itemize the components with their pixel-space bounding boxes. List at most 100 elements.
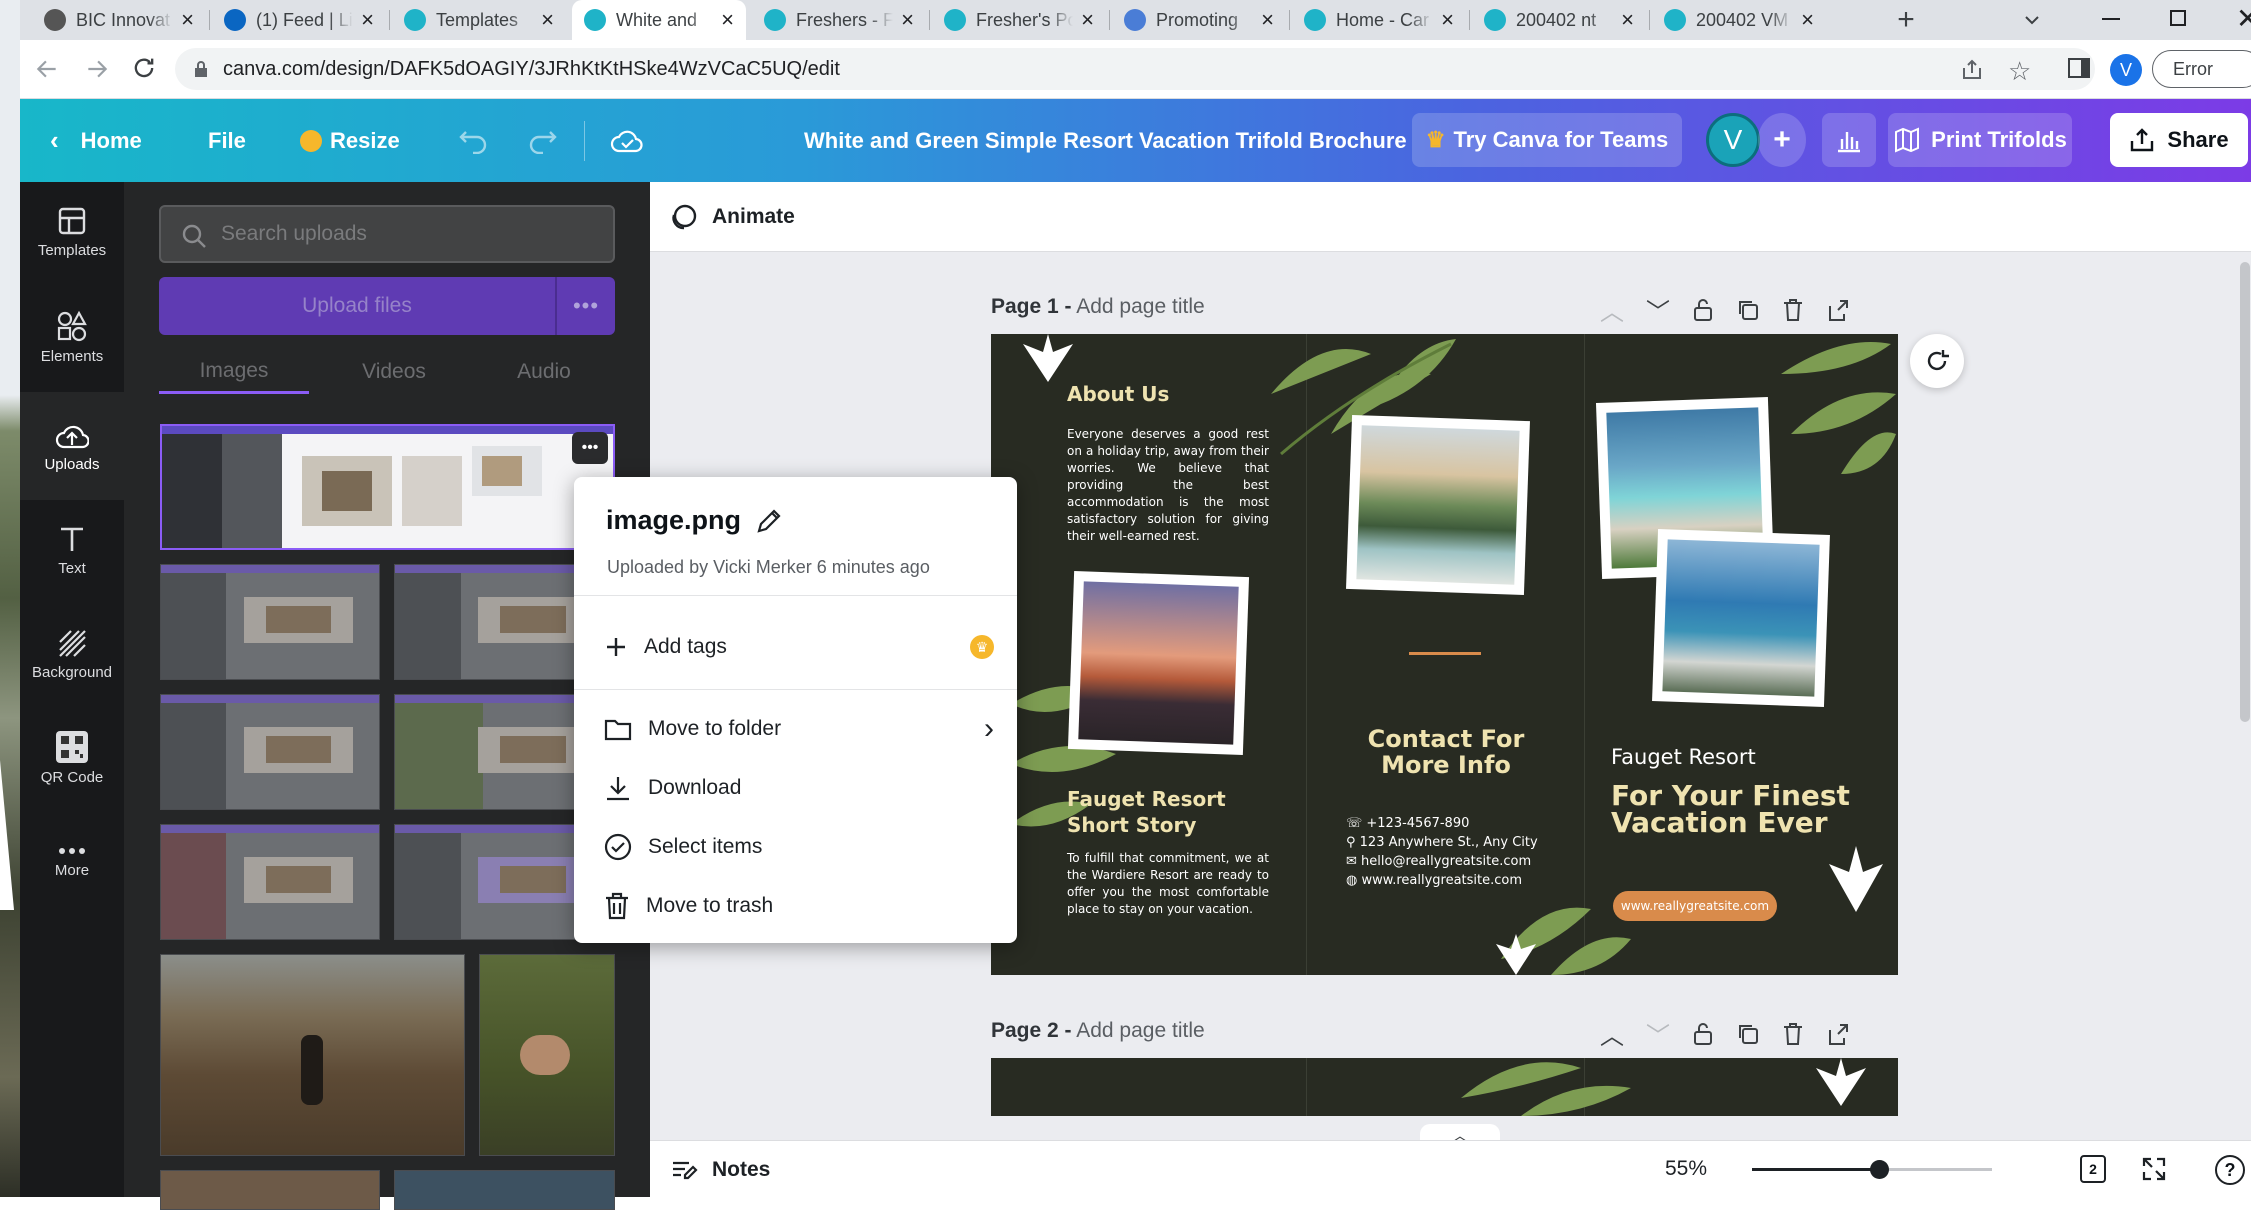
insights-button[interactable] xyxy=(1822,113,1876,167)
close-tab-icon[interactable]: × xyxy=(541,7,554,33)
add-member-button[interactable]: + xyxy=(1758,113,1806,167)
delete-page-icon[interactable] xyxy=(1782,1022,1804,1046)
duplicate-page-icon[interactable] xyxy=(1736,1022,1760,1046)
rail-qr-code[interactable]: QR Code xyxy=(20,708,124,808)
cloud-saved-icon[interactable] xyxy=(610,99,644,182)
user-avatar[interactable]: V xyxy=(1706,113,1760,167)
reload-icon[interactable] xyxy=(130,54,158,82)
animate-button[interactable]: Animate xyxy=(670,196,795,238)
tab-videos[interactable]: Videos xyxy=(319,350,469,394)
resize-button[interactable]: Resize xyxy=(300,99,400,182)
move-page-down-icon[interactable]: ﹀ xyxy=(1646,1016,1670,1051)
rail-uploads[interactable]: Uploads xyxy=(20,392,124,500)
add-page-icon[interactable] xyxy=(1826,1022,1850,1046)
close-tab-icon[interactable]: × xyxy=(361,7,374,33)
try-teams-button[interactable]: ♛ Try Canva for Teams xyxy=(1412,113,1682,167)
page-2-canvas[interactable] xyxy=(991,1058,1898,1116)
upload-more-options-icon[interactable]: ••• xyxy=(555,277,615,335)
page-1-title-input[interactable]: Add page title xyxy=(1076,295,1204,318)
browser-tab[interactable]: 200402 VM × xyxy=(1652,0,1826,40)
magic-refresh-button[interactable] xyxy=(1910,334,1964,388)
print-trifolds-button[interactable]: Print Trifolds xyxy=(1888,113,2072,167)
soil-photo[interactable] xyxy=(479,954,615,1156)
close-tab-icon[interactable]: × xyxy=(1081,7,1094,33)
browser-tab[interactable]: Fresher's Po × xyxy=(932,0,1106,40)
close-window-icon[interactable]: ✕ xyxy=(2236,2,2251,35)
home-button[interactable]: ‹ Home xyxy=(50,99,142,182)
redo-button[interactable] xyxy=(526,99,558,182)
browser-tab[interactable]: Promoting × xyxy=(1112,0,1286,40)
page-1-canvas[interactable]: About Us Everyone deserves a good rest o… xyxy=(991,334,1898,975)
browser-error-button[interactable]: Error xyxy=(2152,50,2251,88)
move-to-folder-item[interactable]: Move to folder › xyxy=(604,707,994,751)
browser-tab[interactable]: (1) Feed | Li × xyxy=(212,0,386,40)
undo-button[interactable] xyxy=(458,99,490,182)
thumbnail-more-button[interactable]: ••• xyxy=(572,432,608,464)
share-button[interactable]: Share xyxy=(2110,113,2248,167)
tab-images[interactable]: Images xyxy=(159,350,309,394)
add-page-icon[interactable] xyxy=(1826,298,1850,322)
close-tab-icon[interactable]: × xyxy=(1441,7,1454,33)
select-items-item[interactable]: Select items xyxy=(604,825,762,869)
zoom-percent[interactable]: 55% xyxy=(1665,1157,1707,1181)
close-tab-icon[interactable]: × xyxy=(901,7,914,33)
document-title[interactable]: White and Green Simple Resort Vacation T… xyxy=(804,99,1407,182)
tab-audio[interactable]: Audio xyxy=(469,350,619,394)
browser-tab[interactable]: Home - Car × xyxy=(1292,0,1466,40)
rename-pencil-icon[interactable] xyxy=(755,507,783,535)
search-uploads-input[interactable]: Search uploads xyxy=(159,205,615,263)
profile-avatar[interactable]: V xyxy=(2110,54,2142,86)
browser-tab[interactable]: Templates × xyxy=(392,0,566,40)
back-icon[interactable] xyxy=(34,56,60,82)
page-count-button[interactable]: 2 xyxy=(2080,1155,2106,1183)
lock-page-icon[interactable] xyxy=(1692,1022,1714,1046)
vineyard-photo[interactable] xyxy=(160,954,465,1156)
url-input[interactable]: canva.com/design/DAFK5dOAGIY/3JRhKtKtHSk… xyxy=(175,48,2095,90)
lock-page-icon[interactable] xyxy=(1692,298,1714,322)
move-page-down-icon[interactable]: ﹀ xyxy=(1646,292,1670,327)
zoom-slider-track[interactable] xyxy=(1752,1160,1992,1179)
rail-text[interactable]: Text xyxy=(20,500,124,600)
browser-tab[interactable]: Freshers - F × xyxy=(752,0,926,40)
tab-search-icon[interactable] xyxy=(2020,8,2044,32)
upload-thumbnail[interactable] xyxy=(160,694,380,810)
rail-templates[interactable]: Templates xyxy=(20,182,124,282)
browser-tab[interactable]: BIC Innovat × xyxy=(32,0,206,40)
upload-files-button[interactable]: Upload files ••• xyxy=(159,277,615,335)
upload-thumbnail-selected[interactable] xyxy=(160,424,615,550)
rail-elements[interactable]: Elements xyxy=(20,287,124,387)
download-item[interactable]: Download xyxy=(604,766,741,810)
notes-button[interactable]: Notes xyxy=(670,1141,770,1198)
side-panel-icon[interactable] xyxy=(2068,58,2090,78)
new-tab-button[interactable]: + xyxy=(1890,3,1922,36)
move-page-up-icon[interactable]: ︿ xyxy=(1600,292,1624,327)
close-tab-icon[interactable]: × xyxy=(181,7,194,33)
vertical-scrollbar[interactable] xyxy=(2240,262,2250,722)
zoom-slider-thumb[interactable] xyxy=(1870,1160,1889,1179)
close-tab-icon[interactable]: × xyxy=(721,7,734,33)
minimize-icon[interactable] xyxy=(2102,18,2120,20)
file-menu-button[interactable]: File xyxy=(208,99,246,182)
close-tab-icon[interactable]: × xyxy=(1621,7,1634,33)
add-tags-item[interactable]: Add tags ♛ xyxy=(604,625,994,669)
fullscreen-icon[interactable] xyxy=(2140,1155,2168,1183)
upload-thumbnail[interactable] xyxy=(394,1170,615,1210)
restore-icon[interactable] xyxy=(2170,10,2186,26)
share-page-icon[interactable] xyxy=(1960,58,1984,82)
bookmark-star-icon[interactable]: ☆ xyxy=(2008,56,2031,87)
move-page-up-icon[interactable]: ︿ xyxy=(1600,1016,1624,1051)
forward-icon[interactable] xyxy=(84,56,110,82)
move-to-trash-item[interactable]: Move to trash xyxy=(604,884,773,928)
upload-thumbnail[interactable] xyxy=(160,1170,380,1210)
rail-background[interactable]: Background xyxy=(20,604,124,704)
help-icon[interactable]: ? xyxy=(2215,1155,2245,1185)
duplicate-page-icon[interactable] xyxy=(1736,298,1760,322)
upload-thumbnail[interactable] xyxy=(160,824,380,940)
close-tab-icon[interactable]: × xyxy=(1801,7,1814,33)
upload-thumbnail[interactable] xyxy=(160,564,380,680)
browser-tab[interactable]: 200402 nt × xyxy=(1472,0,1646,40)
page-2-title-input[interactable]: Add page title xyxy=(1076,1019,1204,1042)
close-tab-icon[interactable]: × xyxy=(1261,7,1274,33)
rail-more[interactable]: More xyxy=(20,812,124,912)
delete-page-icon[interactable] xyxy=(1782,298,1804,322)
